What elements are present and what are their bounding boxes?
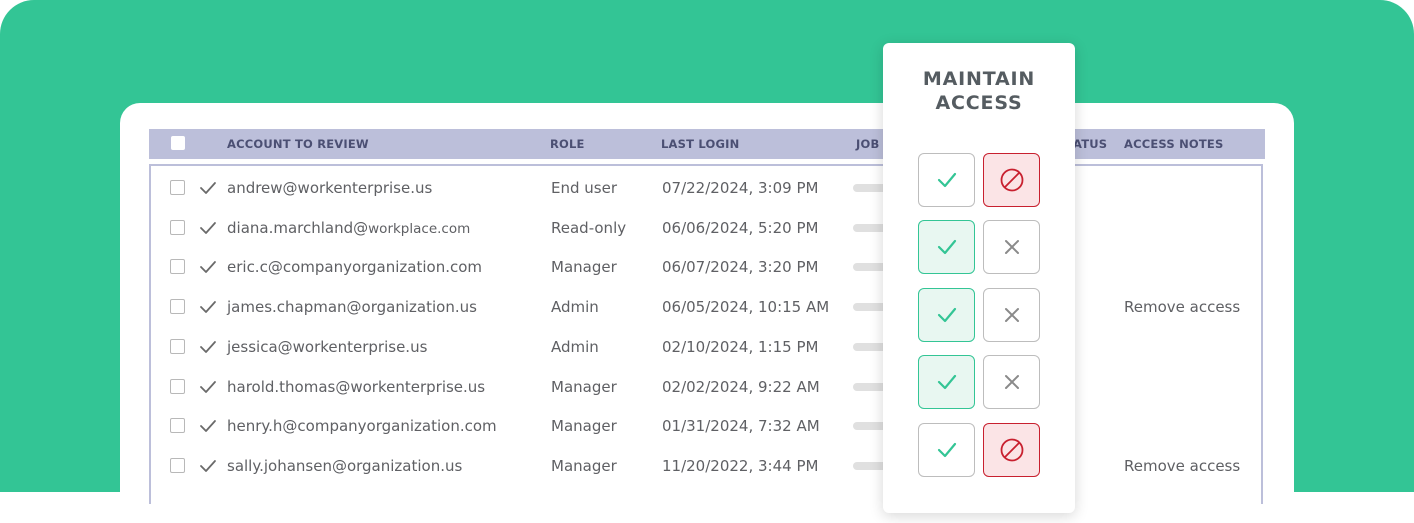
account-email-text: sally.johansen@organization.us	[227, 456, 463, 475]
deny-access-button[interactable]	[983, 355, 1040, 409]
x-icon	[1003, 373, 1021, 391]
table-row[interactable]: henry.h@companyorganization.com Manager 01…	[149, 406, 1265, 446]
check-icon	[199, 299, 217, 315]
approve-access-button[interactable]	[918, 288, 975, 342]
approve-access-button[interactable]	[918, 220, 975, 274]
table-row[interactable]: diana.marchland@workplace.com Read-only 06…	[149, 208, 1265, 248]
deny-access-button[interactable]	[983, 153, 1040, 207]
table-row[interactable]: eric.c@companyorganization.com Manager 06/…	[149, 247, 1265, 287]
no-entry-icon	[999, 437, 1025, 463]
account-email[interactable]: james.chapman@organization.us	[227, 287, 477, 328]
row-checkbox[interactable]	[170, 219, 185, 235]
last-login-cell: 02/02/2024, 9:22 AM	[662, 377, 820, 396]
last-login-cell: 06/06/2024, 5:20 PM	[662, 218, 819, 237]
last-login-cell: 02/10/2024, 1:15 PM	[662, 337, 819, 356]
account-email[interactable]: henry.h@companyorganization.com	[227, 406, 497, 447]
deny-access-button[interactable]	[983, 423, 1040, 477]
select-all-checkbox[interactable]	[171, 136, 185, 150]
account-email-text: james.chapman@organization.us	[227, 298, 477, 317]
check-icon	[199, 418, 217, 434]
role-cell: Manager	[551, 456, 617, 475]
account-email[interactable]: harold.thomas@workenterprise.us	[227, 367, 485, 408]
check-icon	[936, 171, 958, 189]
table-row[interactable]: james.chapman@organization.us Admin 06/05/…	[149, 287, 1265, 327]
column-header-access-notes[interactable]: ACCESS NOTES	[1124, 129, 1223, 159]
access-note-cell: Remove access	[1124, 298, 1241, 317]
check-icon	[936, 238, 958, 256]
check-icon	[199, 220, 217, 236]
check-icon	[199, 259, 217, 275]
approve-access-button[interactable]	[918, 355, 975, 409]
column-header-account[interactable]: ACCOUNT TO REVIEW	[227, 129, 369, 159]
check-icon	[199, 379, 217, 395]
account-email-text: diana.marchland@	[227, 218, 369, 237]
row-checkbox[interactable]	[170, 259, 185, 275]
row-checkbox[interactable]	[170, 338, 185, 354]
account-email-text: harold.thomas@workenterprise.us	[227, 377, 486, 396]
check-icon	[199, 458, 217, 474]
role-cell: Admin	[551, 337, 599, 356]
role-cell: Manager	[551, 258, 617, 277]
maintain-access-panel: MAINTAIN ACCESS	[883, 43, 1075, 513]
row-checkbox[interactable]	[170, 180, 185, 195]
panel-title-line-2: ACCESS	[935, 92, 1023, 114]
approve-access-button[interactable]	[918, 423, 975, 477]
no-entry-icon	[999, 167, 1025, 193]
table-row[interactable]: jessica@workenterprise.us Admin 02/10/2024…	[149, 327, 1265, 367]
row-checkbox[interactable]	[170, 457, 185, 473]
account-email[interactable]: eric.c@companyorganization.com	[227, 247, 482, 288]
table-row[interactable]: sally.johansen@organization.us Manager 11/…	[149, 446, 1265, 486]
role-cell: End user	[551, 179, 617, 197]
last-login-cell: 06/05/2024, 10:15 AM	[662, 298, 830, 317]
last-login-cell: 01/31/2024, 7:32 AM	[662, 417, 820, 436]
panel-title: MAINTAIN ACCESS	[883, 67, 1075, 115]
last-login-cell: 06/07/2024, 3:20 PM	[662, 258, 819, 277]
role-cell: Read-only	[551, 218, 627, 237]
column-header-status[interactable]: ATUS	[1073, 129, 1107, 159]
column-header-role[interactable]: ROLE	[550, 129, 585, 159]
role-cell: Admin	[551, 298, 599, 317]
row-checkbox[interactable]	[170, 418, 185, 434]
check-icon	[936, 306, 958, 324]
account-email-text: eric.c@companyorganization.com	[227, 258, 483, 277]
account-email-domain: workplace.com	[368, 220, 471, 237]
check-icon	[199, 180, 217, 196]
check-icon	[936, 373, 958, 391]
x-icon	[1003, 306, 1021, 324]
role-cell: Manager	[551, 417, 617, 436]
x-icon	[1003, 238, 1021, 256]
access-note-cell: Remove access	[1124, 456, 1241, 475]
deny-access-button[interactable]	[983, 220, 1040, 274]
account-email-text: jessica@workenterprise.us	[227, 337, 428, 356]
role-cell: Manager	[551, 377, 617, 396]
column-header-last-login[interactable]: LAST LOGIN	[661, 129, 739, 159]
account-email[interactable]: sally.johansen@organization.us	[227, 446, 462, 487]
row-checkbox[interactable]	[170, 299, 185, 315]
account-email-text: andrew@workenterprise.us	[227, 179, 433, 197]
check-icon	[936, 441, 958, 459]
last-login-cell: 07/22/2024, 3:09 PM	[662, 179, 819, 197]
deny-access-button[interactable]	[983, 288, 1040, 342]
table-row[interactable]: harold.thomas@workenterprise.us Manager 02…	[149, 367, 1265, 407]
account-email[interactable]: jessica@workenterprise.us	[227, 327, 427, 368]
row-checkbox[interactable]	[170, 378, 185, 394]
check-icon	[199, 339, 217, 355]
approve-access-button[interactable]	[918, 153, 975, 207]
account-email[interactable]: andrew@workenterprise.us	[227, 168, 432, 209]
account-email[interactable]: diana.marchland@workplace.com	[227, 208, 470, 249]
panel-title-line-1: MAINTAIN	[922, 68, 1036, 90]
table-header: ACCOUNT TO REVIEW ROLE LAST LOGIN JOB T …	[149, 129, 1265, 159]
last-login-cell: 11/20/2022, 3:44 PM	[662, 456, 819, 475]
account-email-text: henry.h@companyorganization.com	[227, 417, 497, 436]
table-row[interactable]: andrew@workenterprise.us End user 07/22/20…	[149, 168, 1265, 208]
